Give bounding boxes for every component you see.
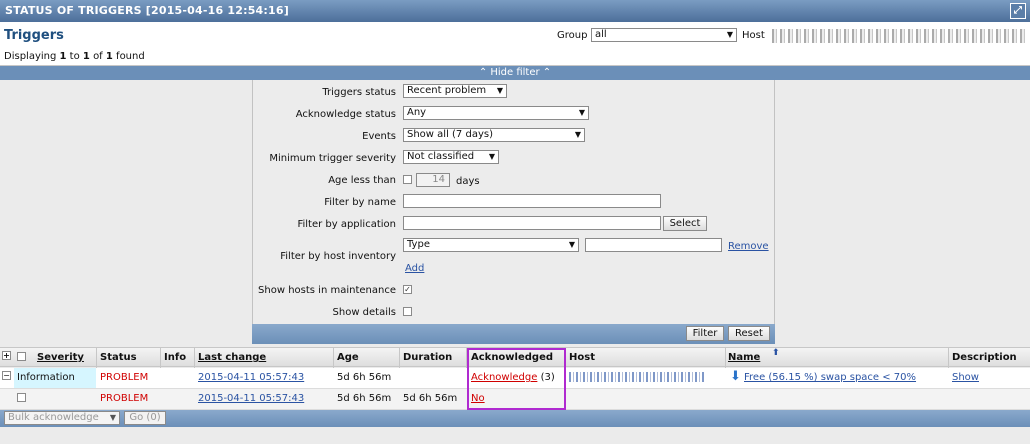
filter-name-label: Filter by name — [324, 197, 396, 208]
last-change-link[interactable]: 2015-04-11 05:57:43 — [198, 393, 304, 404]
bulk-action-select[interactable]: Bulk acknowledge ▼ — [4, 411, 120, 425]
filter-row-details: Show details — [253, 304, 776, 322]
chevron-down-icon: ▼ — [578, 108, 585, 117]
filter-app-label: Filter by application — [297, 219, 396, 230]
trigger-name-link[interactable]: Free (56.15 %) swap space < 70% — [744, 372, 916, 383]
show-maintenance-label: Show hosts in maintenance — [258, 285, 396, 296]
col-description: Description — [952, 352, 1017, 363]
filter-actions-bar: Filter Reset — [252, 324, 775, 344]
col-status: Status — [100, 352, 137, 363]
go-button[interactable]: Go (0) — [124, 411, 166, 425]
hide-filter-toggle[interactable]: ⌃ Hide filter ⌃ — [0, 66, 1030, 80]
duration-value: 5d 6h 56m — [403, 393, 458, 404]
arrow-down-icon: ⬇ — [730, 369, 741, 384]
ack-status-label: Acknowledge status — [295, 109, 396, 120]
age-unit: days — [456, 176, 480, 187]
col-duration: Duration — [403, 352, 453, 363]
table-footer: Bulk acknowledge ▼ Go (0) — [0, 410, 1030, 427]
collapse-icon[interactable]: − — [2, 371, 11, 380]
show-details-label: Show details — [332, 307, 396, 318]
filter-row-ack-status: Acknowledge status Any ▼ — [253, 106, 776, 124]
col-host: Host — [569, 352, 595, 363]
col-age: Age — [337, 352, 359, 363]
select-all-checkbox[interactable] — [17, 352, 26, 361]
host-select[interactable] — [772, 29, 1025, 43]
filter-name-input[interactable] — [403, 194, 661, 208]
add-link[interactable]: Add — [405, 263, 424, 274]
age-label: Age less than — [328, 175, 396, 186]
min-severity-select[interactable]: Not classified ▼ — [403, 150, 499, 164]
expand-all-icon[interactable]: + — [2, 351, 11, 360]
status-value: PROBLEM — [100, 393, 149, 404]
severity-value: Information — [17, 372, 75, 383]
host-value — [569, 372, 705, 382]
last-change-link[interactable]: 2015-04-11 05:57:43 — [198, 372, 304, 383]
filter-inventory-label: Filter by host inventory — [280, 251, 396, 262]
filter-row-triggers-status: Triggers status Recent problem ▼ — [253, 84, 776, 102]
filter-row-events: Events Show all (7 days) ▼ — [253, 128, 776, 146]
filter-row-age: Age less than 14 days — [253, 172, 776, 190]
col-severity[interactable]: Severity — [37, 352, 84, 363]
triggers-status-label: Triggers status — [322, 87, 396, 98]
chevron-down-icon: ▼ — [488, 152, 495, 161]
row-checkbox[interactable] — [17, 393, 26, 402]
age-checkbox[interactable] — [403, 175, 412, 184]
group-label: Group — [557, 30, 588, 41]
window-title: STATUS OF TRIGGERS [2015-04-16 12:54:16] — [5, 4, 289, 17]
min-severity-label: Minimum trigger severity — [269, 153, 396, 164]
description-link[interactable]: Show — [952, 372, 979, 383]
window-title-bar: STATUS OF TRIGGERS [2015-04-16 12:54:16]… — [0, 0, 1030, 22]
filter-row-min-severity: Minimum trigger severity Not classified … — [253, 150, 776, 168]
show-maintenance-checkbox[interactable]: ✓ — [403, 285, 412, 294]
filter-row-maintenance: Show hosts in maintenance ✓ — [253, 282, 776, 300]
filter-app-input[interactable] — [403, 216, 661, 230]
chevron-down-icon: ▼ — [496, 86, 503, 95]
col-info: Info — [164, 352, 187, 363]
group-select[interactable]: all ▼ — [591, 28, 737, 42]
inventory-value-input[interactable] — [585, 238, 722, 252]
events-select[interactable]: Show all (7 days) ▼ — [403, 128, 585, 142]
remove-link[interactable]: Remove — [728, 241, 769, 252]
ack-status-select[interactable]: Any ▼ — [403, 106, 589, 120]
status-value: PROBLEM — [100, 372, 149, 383]
filter-row-application: Filter by application Select — [253, 216, 776, 234]
chevron-down-icon: ▼ — [726, 30, 733, 39]
filter-button[interactable]: Filter — [686, 326, 724, 341]
chevron-down-icon: ▼ — [574, 130, 581, 139]
filter-panel: Triggers status Recent problem ▼ Acknowl… — [252, 80, 775, 344]
filter-row-inventory: Filter by host inventory Type ▼ Remove A… — [253, 238, 776, 278]
show-details-checkbox[interactable] — [403, 307, 412, 316]
select-button[interactable]: Select — [663, 216, 707, 231]
age-value: 5d 6h 56m — [337, 372, 392, 383]
filter-row-name: Filter by name — [253, 194, 776, 212]
chevron-down-icon: ▼ — [109, 413, 116, 422]
sort-ascending-icon: ⬆ — [772, 348, 780, 358]
triggers-status-select[interactable]: Recent problem ▼ — [403, 84, 507, 98]
col-last-change[interactable]: Last change — [198, 352, 266, 363]
display-count: Displaying 1 to 1 of 1 found — [4, 51, 145, 62]
chevron-down-icon: ▼ — [568, 240, 575, 249]
fullscreen-icon[interactable]: ⤢ — [1010, 3, 1026, 19]
host-link[interactable] — [569, 372, 705, 383]
reset-button[interactable]: Reset — [728, 326, 770, 341]
host-label: Host — [742, 30, 765, 41]
col-name[interactable]: Name — [728, 352, 760, 363]
page-header: Triggers Displaying 1 to 1 of 1 found Gr… — [0, 22, 1030, 66]
inventory-field-select[interactable]: Type ▼ — [403, 238, 579, 252]
age-input[interactable]: 14 — [416, 173, 450, 187]
age-value: 5d 6h 56m — [337, 393, 392, 404]
page-title: Triggers — [4, 28, 64, 43]
acknowledged-highlight-box — [467, 348, 566, 410]
events-label: Events — [362, 131, 396, 142]
